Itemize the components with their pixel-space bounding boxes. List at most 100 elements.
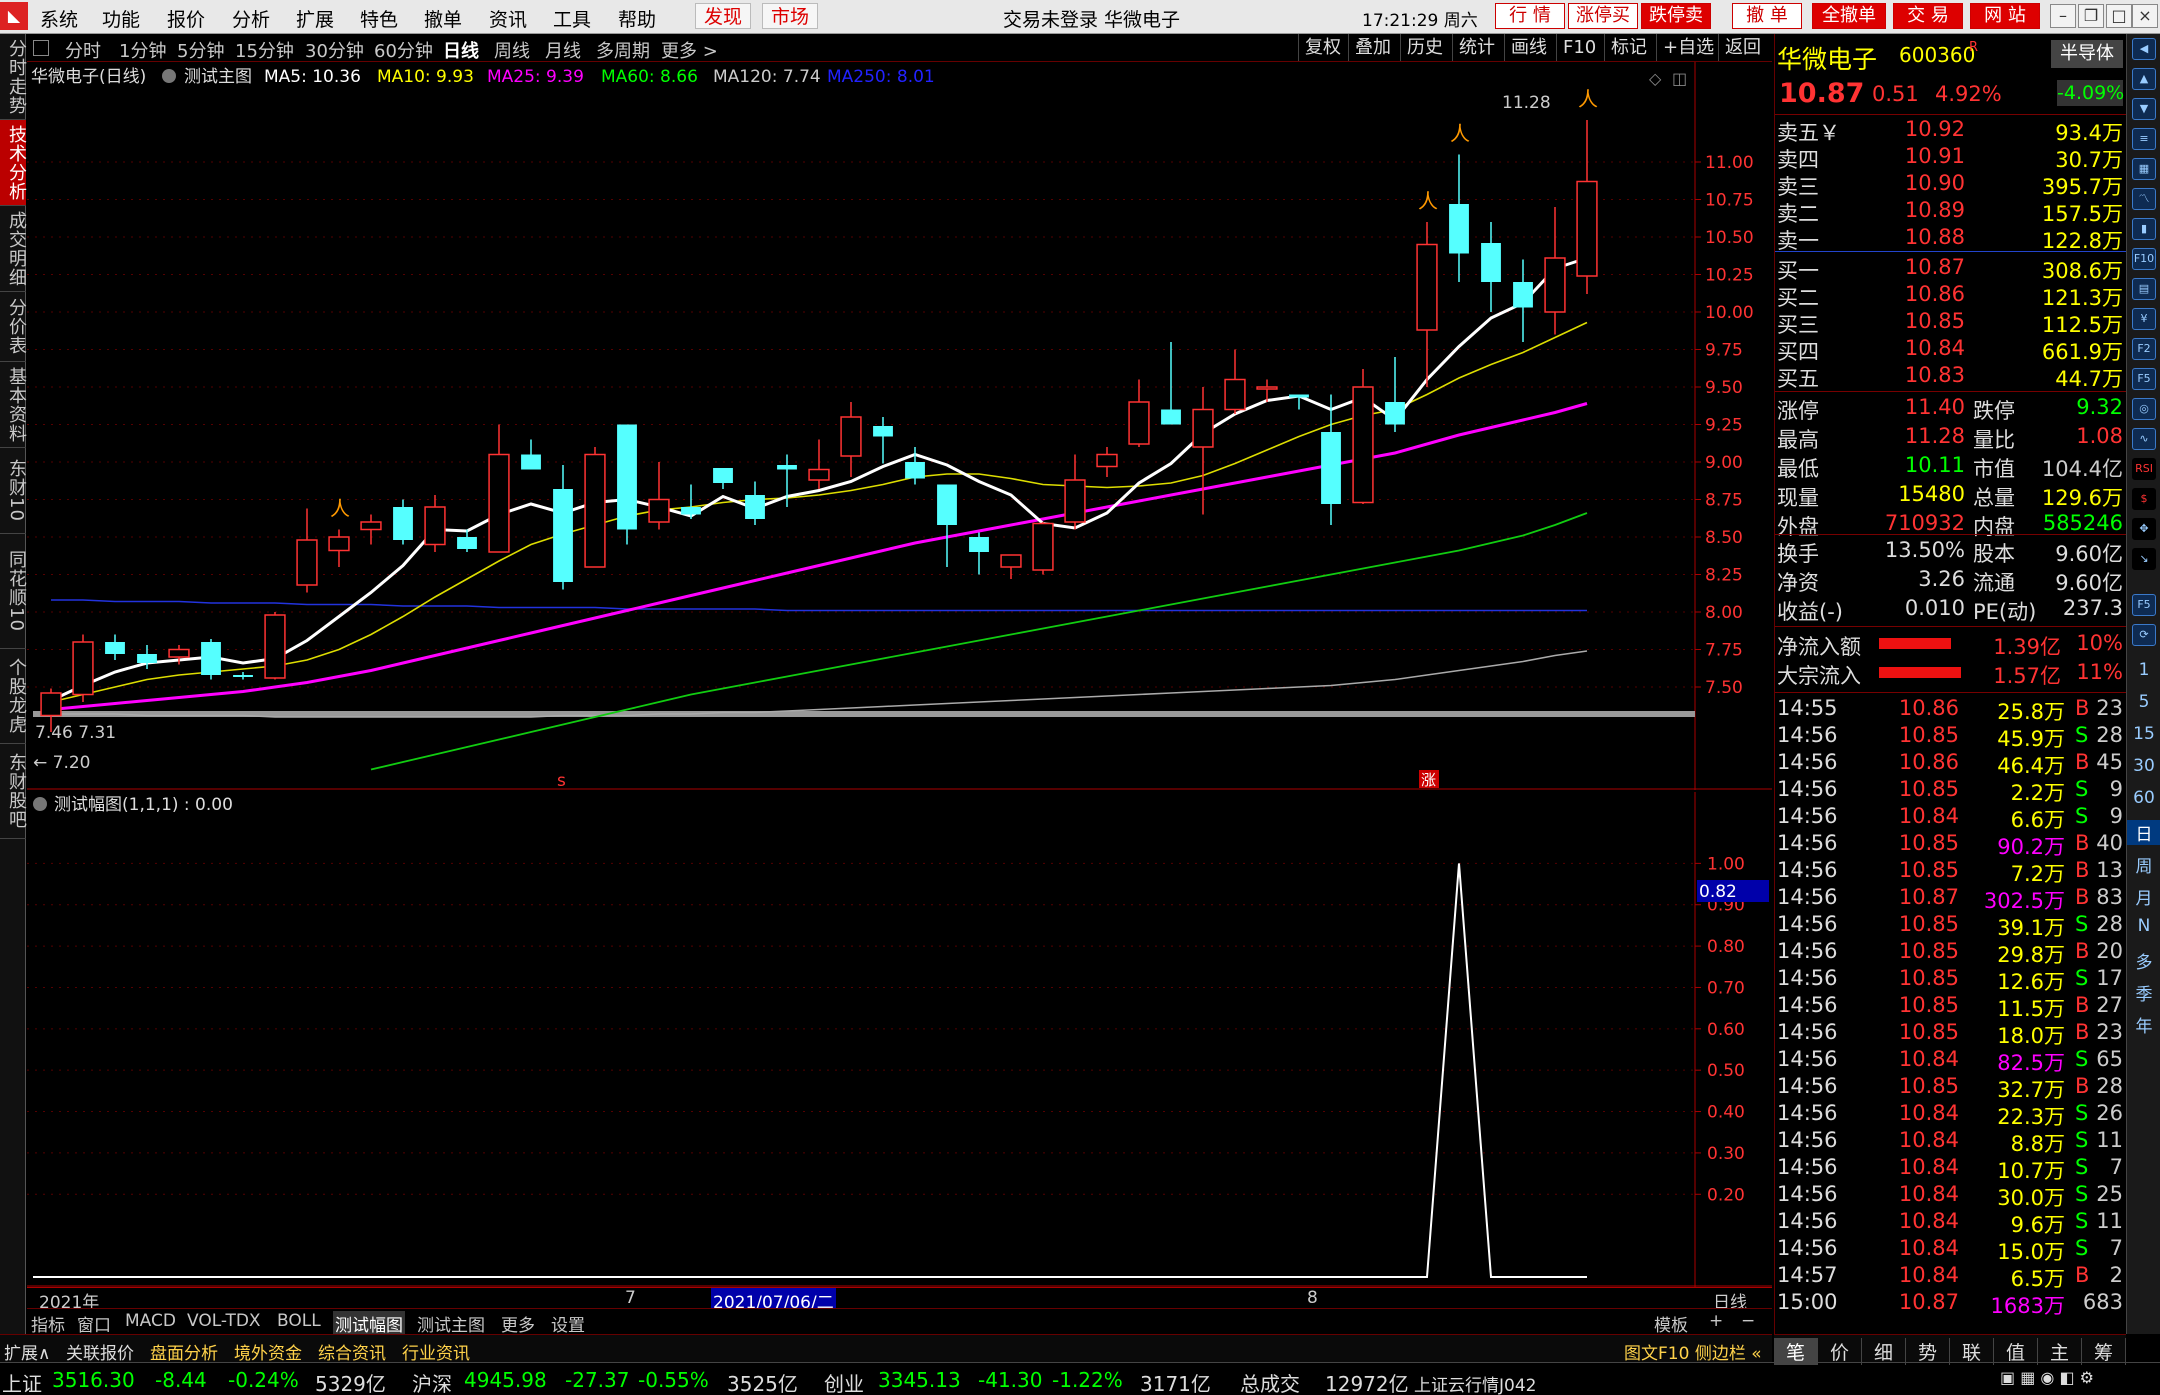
menu-extend[interactable]: 扩展 — [296, 5, 334, 32]
rsi-chart-icon[interactable]: ∿ — [2132, 428, 2156, 450]
menu-special[interactable]: 特色 — [360, 5, 398, 32]
foreign-funds-tab[interactable]: 境外资金 — [234, 1339, 302, 1364]
menu-system[interactable]: 系统 — [40, 5, 78, 32]
period-timeshare[interactable]: 分时 — [65, 37, 101, 63]
down-icon[interactable]: ▼ — [2132, 98, 2156, 120]
cancel-order-button[interactable]: 撤 单 — [1732, 3, 1802, 29]
menu-analysis[interactable]: 分析 — [232, 5, 270, 32]
arrow-icon[interactable]: ↘ — [2132, 548, 2156, 570]
candlestick-chart[interactable]: 人人人人 11.0010.7510.5010.2510.009.759.509.… — [27, 62, 1772, 791]
tab-dragon-tiger[interactable]: 个股龙虎 — [0, 649, 27, 744]
tab-timeshare[interactable]: 分时走势 — [0, 34, 27, 120]
remove-window-button[interactable]: − — [1741, 1311, 1755, 1331]
period-monthly[interactable]: 月线 — [545, 37, 581, 63]
add-window-button[interactable]: + — [1709, 1311, 1723, 1331]
sub-indicator-chart[interactable]: 1.000.900.800.700.600.500.400.300.20 测试幅… — [27, 792, 1772, 1309]
mark-button[interactable]: 标记 — [1604, 34, 1653, 61]
period-more[interactable]: 更多 > — [661, 37, 718, 63]
period-year[interactable]: 年 — [2127, 1012, 2160, 1037]
restore-rights-button[interactable]: 复权 — [1298, 34, 1347, 61]
limit-down-sell-button[interactable]: 跌停卖 — [1641, 3, 1711, 29]
close-icon[interactable]: × — [2132, 4, 2158, 28]
period-60[interactable]: 60 — [2127, 788, 2160, 808]
stats-button[interactable]: 统计 — [1452, 34, 1501, 61]
period-multi[interactable]: 多周期 — [596, 37, 650, 63]
tab-eastmoney10[interactable]: 东财10 — [0, 448, 27, 534]
news-icon[interactable]: ▤ — [2132, 278, 2156, 300]
period-day[interactable]: 日 — [2127, 820, 2160, 845]
related-quote-tab[interactable]: 关联报价 — [66, 1339, 134, 1364]
tick-list[interactable]: 14:55 10.86 25.8万 B 23 14:56 10.85 45.9万 S 28 14:5… — [1775, 695, 2127, 1335]
period-n[interactable]: N — [2127, 916, 2160, 936]
period-30min[interactable]: 30分钟 — [305, 37, 364, 63]
tab-vol[interactable]: VOL-TDX — [187, 1311, 261, 1331]
money-icon[interactable]: ¥ — [2132, 308, 2156, 330]
menu-news[interactable]: 资讯 — [489, 5, 527, 32]
minimize-icon[interactable]: – — [2050, 4, 2076, 28]
tab-value[interactable]: 值 — [1994, 1338, 2038, 1365]
menu-cancel[interactable]: 撤单 — [424, 5, 462, 32]
sub-chart[interactable]: 1.00 0.90 0.80 0.70 0.60 0.50 0.40 0.30 0.20 测试幅… — [27, 792, 1772, 1309]
menu-function[interactable]: 功能 — [102, 5, 140, 32]
diamond-icon[interactable]: ◇ — [1649, 69, 1662, 88]
tab-main[interactable]: 主 — [2038, 1338, 2082, 1365]
restore-icon[interactable]: ❐ — [2078, 4, 2104, 28]
target-icon[interactable]: ◎ — [2132, 398, 2156, 420]
period-1[interactable]: 1 — [2127, 660, 2160, 680]
tab-test-main[interactable]: 测试主图 — [417, 1311, 485, 1336]
tab-settings[interactable]: 设置 — [551, 1311, 585, 1336]
tab-guba[interactable]: 东财股吧 — [0, 744, 27, 839]
market-button[interactable]: 市场 — [762, 3, 819, 29]
industry-news-tab[interactable]: 行业资讯 — [402, 1339, 470, 1364]
main-chart[interactable]: 人人人人 11.00 10.75 10.50 10.25 10.00 9.75 9.50 9.… — [27, 62, 1772, 791]
period-month[interactable]: 月 — [2127, 884, 2160, 909]
window-icon[interactable]: ◫ — [1672, 69, 1687, 88]
period-15min[interactable]: 15分钟 — [235, 37, 294, 63]
tab-boll[interactable]: BOLL — [277, 1311, 321, 1331]
sidebar-toggle[interactable]: 图文F10 侧边栏 « — [1624, 1339, 1762, 1364]
overlay-button[interactable]: 叠加 — [1348, 34, 1397, 61]
website-button[interactable]: 网 站 — [1970, 3, 2040, 29]
tab-technical[interactable]: 技术分析 — [0, 120, 27, 206]
f10-button[interactable]: F10 — [1556, 34, 1602, 61]
sector-button[interactable]: 半导体 — [2051, 40, 2123, 68]
period-15[interactable]: 15 — [2127, 724, 2160, 744]
period-30[interactable]: 30 — [2127, 756, 2160, 776]
limit-up-buy-button[interactable]: 涨停买 — [1568, 3, 1638, 29]
up-icon[interactable]: ▲ — [2132, 68, 2156, 90]
tab-basic-info[interactable]: 基本资料 — [0, 362, 27, 448]
tab-price-table[interactable]: 分价表 — [0, 292, 27, 362]
list-icon[interactable]: ≡ — [2132, 128, 2156, 150]
period-daily[interactable]: 日线 — [443, 37, 479, 63]
news-tab[interactable]: 综合资讯 — [318, 1339, 386, 1364]
period-5[interactable]: 5 — [2127, 692, 2160, 712]
cancel-all-button[interactable]: 全撤单 — [1812, 3, 1886, 29]
add-favorite-button[interactable]: +自选 — [1656, 34, 1720, 61]
tab-price[interactable]: 价 — [1818, 1338, 1862, 1365]
period-multi-r[interactable]: 多 — [2127, 948, 2160, 973]
trade-button[interactable]: 交 易 — [1893, 3, 1963, 29]
tab-ticks[interactable]: 笔 — [1774, 1338, 1818, 1365]
rsi-icon[interactable]: RSI — [2132, 458, 2156, 480]
quote-button[interactable]: 行 情 — [1495, 3, 1565, 29]
legend-formula[interactable]: 测试主图 — [184, 67, 252, 87]
tab-indicator[interactable]: 指标 — [31, 1311, 65, 1336]
period-week[interactable]: 周 — [2127, 852, 2160, 877]
tab-ths10[interactable]: 同花顺10 — [0, 534, 27, 649]
f5b-icon[interactable]: F5 — [2132, 594, 2156, 616]
maximize-icon[interactable]: □ — [2106, 4, 2132, 28]
collapse-left-icon[interactable]: ◀ — [2132, 38, 2156, 60]
menu-tools[interactable]: 工具 — [553, 5, 591, 32]
tab-more[interactable]: 更多 — [501, 1311, 535, 1336]
period-weekly[interactable]: 周线 — [494, 37, 530, 63]
tab-test-sub[interactable]: 测试幅图 — [333, 1311, 405, 1336]
period-5min[interactable]: 5分钟 — [177, 37, 224, 63]
f5-icon[interactable]: F5 — [2132, 368, 2156, 390]
toggle-icon[interactable] — [33, 40, 49, 56]
move-icon[interactable]: ✥ — [2132, 518, 2156, 540]
tab-related[interactable]: 联 — [1950, 1338, 1994, 1365]
menu-help[interactable]: 帮助 — [618, 5, 656, 32]
draw-button[interactable]: 画线 — [1504, 34, 1553, 61]
dollar-icon[interactable]: $ — [2132, 488, 2156, 510]
refresh-icon[interactable]: ⟳ — [2132, 624, 2156, 646]
